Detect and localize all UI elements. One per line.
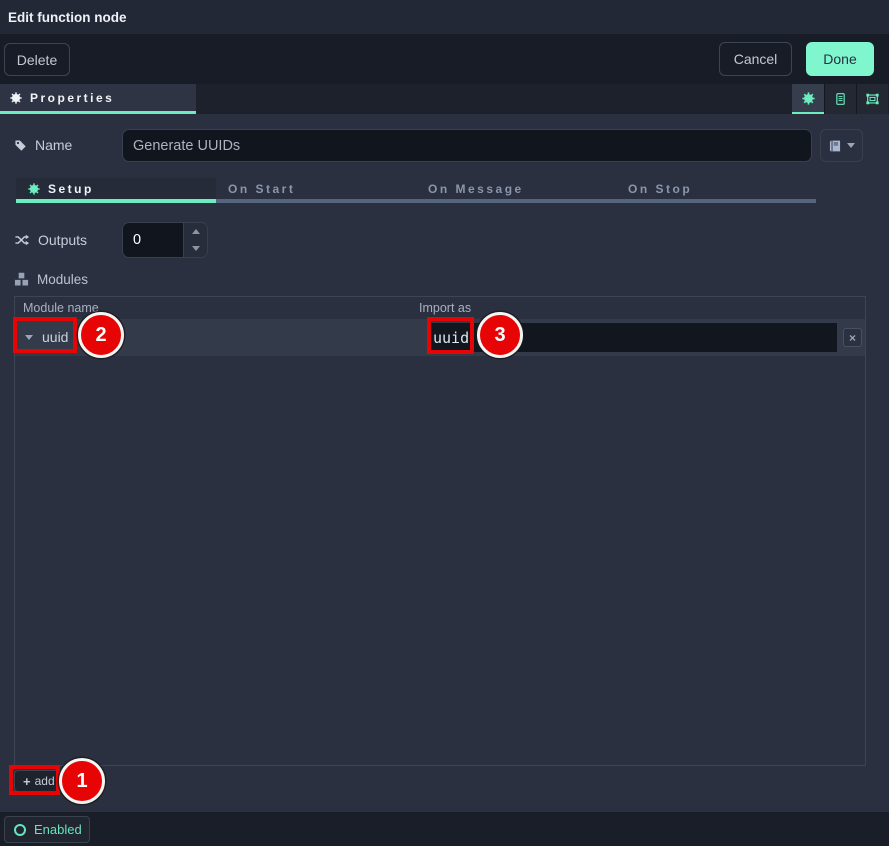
editor-icon-tabs	[792, 84, 888, 114]
gear-icon	[802, 92, 815, 105]
tab-on-message-label: On Message	[428, 182, 524, 196]
function-tab-bar: Setup On Start On Message On Stop	[16, 178, 816, 203]
annotation-step-number: 3	[494, 324, 505, 347]
delete-button[interactable]: Delete	[4, 43, 70, 76]
column-header-import-as: Import as	[419, 301, 471, 315]
tab-on-start-label: On Start	[228, 182, 295, 196]
outputs-increment-button[interactable]	[184, 223, 207, 240]
appearance-icon	[865, 92, 880, 106]
close-icon: ×	[849, 332, 856, 344]
annotation-step-number: 1	[76, 770, 87, 793]
cubes-icon	[14, 272, 29, 287]
outputs-input[interactable]	[123, 223, 183, 257]
enabled-toggle-button[interactable]: Enabled	[4, 816, 90, 843]
annotation-step-number: 2	[95, 324, 106, 347]
modules-table: Module name Import as uuid ×	[14, 296, 866, 766]
tab-setup[interactable]: Setup	[16, 178, 216, 203]
shuffle-icon	[14, 233, 30, 247]
label-book-button[interactable]	[820, 129, 863, 162]
tab-on-stop[interactable]: On Stop	[616, 178, 816, 203]
properties-strip: Properties	[0, 84, 889, 114]
tab-setup-label: Setup	[48, 182, 94, 196]
gear-icon	[28, 183, 40, 195]
name-input[interactable]	[122, 129, 812, 162]
plus-icon: +	[23, 774, 31, 789]
spinner-up-icon	[192, 229, 200, 234]
document-icon	[834, 92, 847, 106]
outputs-label-text: Outputs	[38, 232, 87, 248]
tab-properties[interactable]: Properties	[0, 84, 196, 114]
name-label-text: Name	[35, 137, 72, 153]
dialog-title: Edit function node	[8, 10, 126, 25]
dialog-title-bar: Edit function node	[0, 0, 889, 34]
cancel-button[interactable]: Cancel	[719, 42, 792, 76]
gear-icon	[10, 92, 22, 104]
done-button[interactable]: Done	[806, 42, 874, 76]
tab-on-message[interactable]: On Message	[416, 178, 616, 203]
modules-table-header: Module name Import as	[15, 297, 865, 319]
enabled-label: Enabled	[34, 822, 82, 837]
module-row[interactable]: uuid ×	[15, 319, 865, 356]
outputs-spin-buttons	[183, 223, 207, 257]
modules-label-text: Modules	[37, 272, 88, 287]
annotation-step-circle-1: 1	[59, 758, 105, 804]
tab-description-button[interactable]	[824, 84, 856, 114]
tag-icon	[14, 139, 27, 152]
add-module-button[interactable]: + add	[14, 770, 64, 792]
circle-outline-icon	[14, 824, 26, 836]
dialog-toolbar: Delete Cancel Done	[0, 34, 889, 84]
outputs-label: Outputs	[14, 225, 87, 255]
module-name-text: uuid	[42, 329, 68, 345]
tab-on-stop-label: On Stop	[628, 182, 692, 196]
outputs-spinner	[122, 222, 208, 258]
remove-module-button[interactable]: ×	[843, 328, 862, 347]
annotation-step-circle-3: 3	[477, 312, 523, 358]
spinner-down-icon	[192, 246, 200, 251]
column-header-module-name: Module name	[23, 301, 99, 315]
modules-section-label: Modules	[14, 264, 88, 294]
book-icon	[828, 139, 842, 153]
annotation-step-circle-2: 2	[78, 312, 124, 358]
tab-appearance-button[interactable]	[856, 84, 888, 114]
caret-down-icon[interactable]	[25, 335, 33, 340]
add-button-label: add	[35, 774, 55, 788]
tab-on-start[interactable]: On Start	[216, 178, 416, 203]
tab-properties-icon-button[interactable]	[792, 84, 824, 114]
name-label: Name	[14, 130, 72, 160]
chevron-down-icon	[847, 143, 855, 148]
tab-properties-label: Properties	[30, 91, 114, 105]
outputs-decrement-button[interactable]	[184, 240, 207, 257]
dialog-footer: Enabled	[0, 812, 889, 846]
